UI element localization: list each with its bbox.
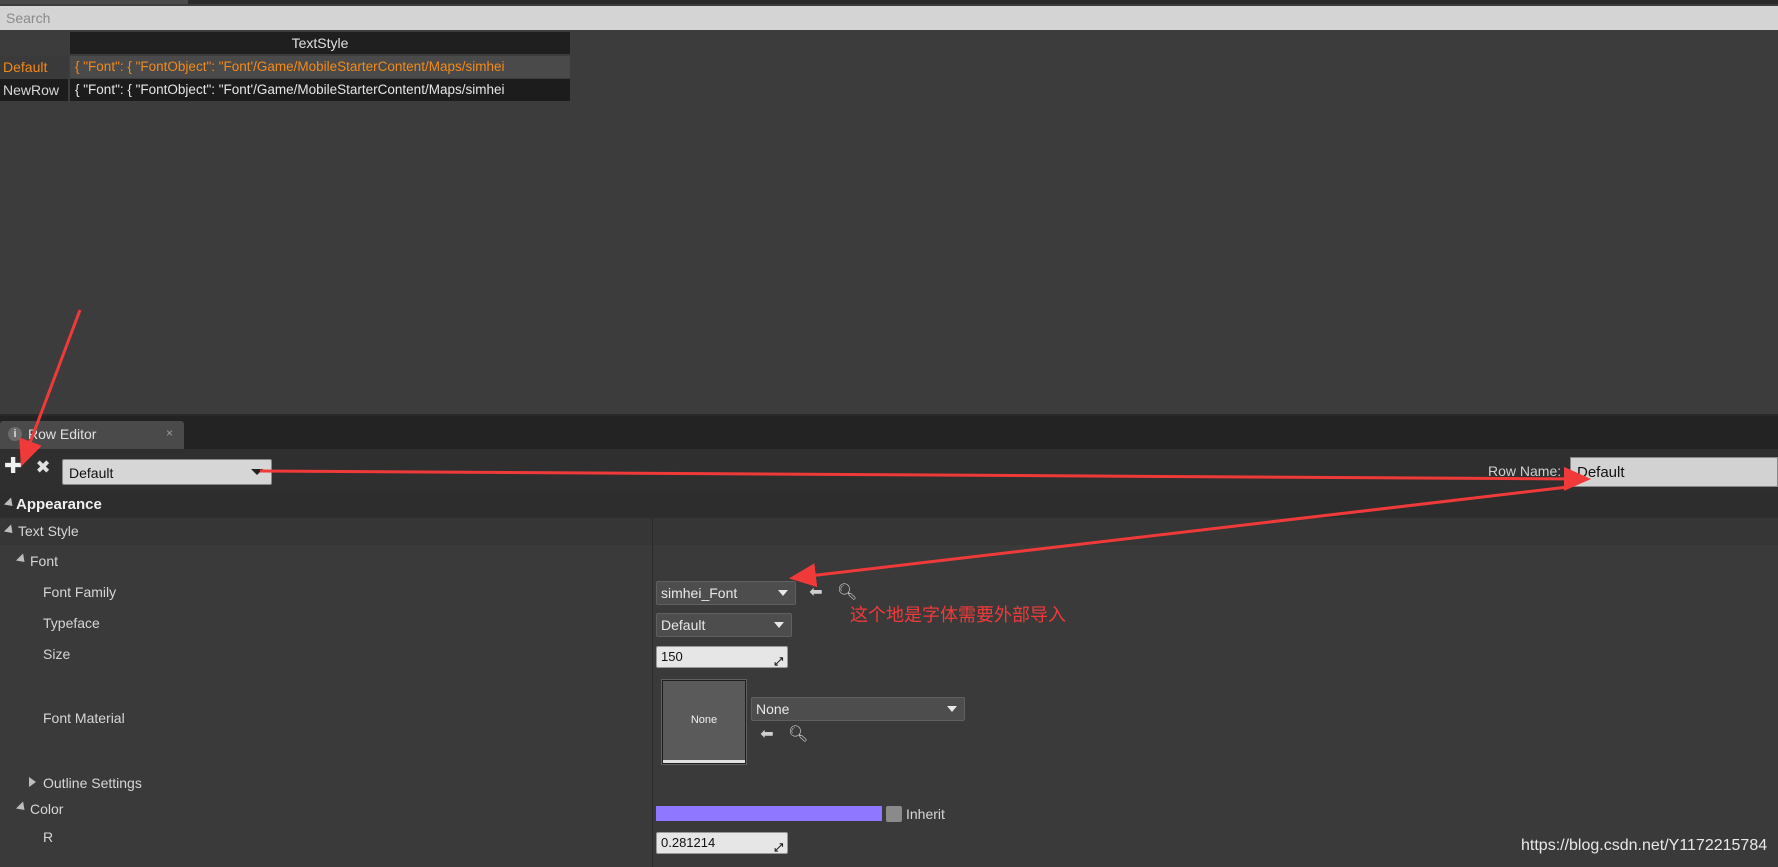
- annotation-overlay: [19, 309, 1591, 588]
- annotation-arrow: [259, 466, 1591, 491]
- annotation-arrow: [789, 485, 1569, 588]
- annotation-arrow: [19, 309, 82, 467]
- watermark: https://blog.csdn.net/Y1172215784: [1521, 837, 1768, 854]
- annotation-note: 这个地是字体需要外部导入: [850, 605, 1066, 626]
